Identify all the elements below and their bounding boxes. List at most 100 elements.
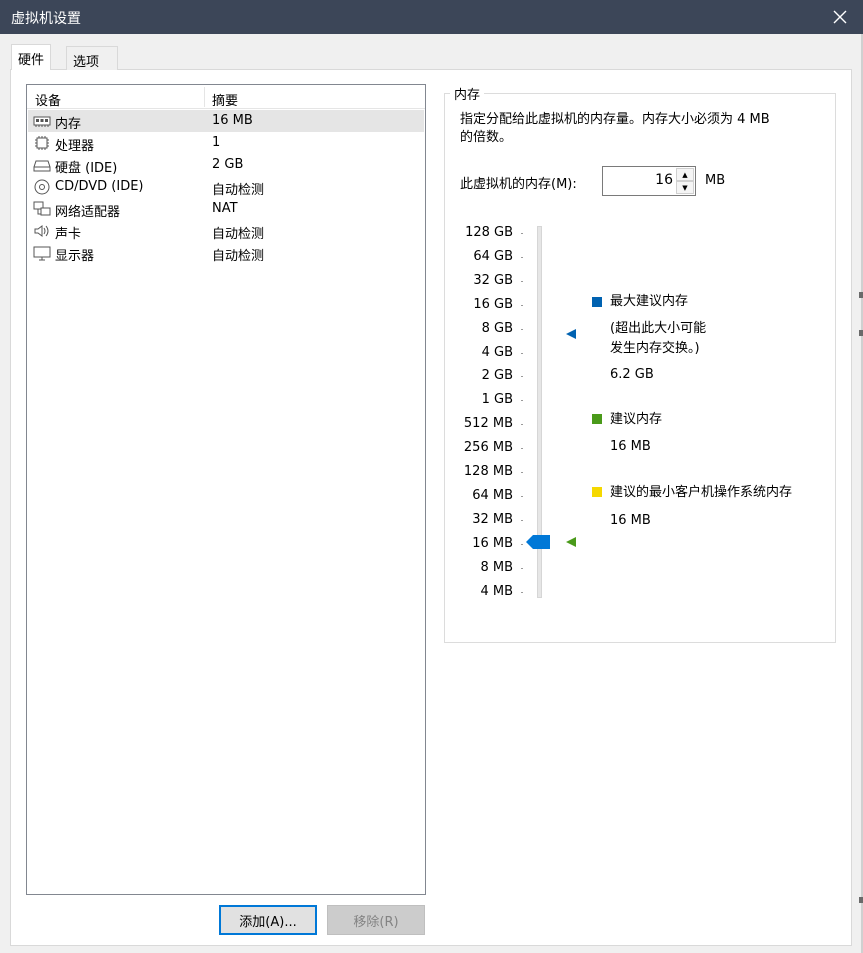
chevron-down-icon: ▼: [682, 183, 688, 192]
spin-up-button[interactable]: ▲: [676, 168, 694, 181]
scale-tick: [521, 472, 523, 473]
scale-label: 32 MB: [472, 512, 513, 527]
scale-label: 16 GB: [473, 297, 513, 312]
device-name: 处理器: [55, 139, 95, 154]
memory-input[interactable]: 16: [655, 172, 673, 188]
edge-mark: [859, 292, 863, 298]
device-name: 网络适配器: [55, 205, 121, 220]
scale-tick: [521, 448, 523, 449]
tab-hardware[interactable]: 硬件: [11, 44, 52, 70]
scale-tick: [521, 329, 523, 330]
device-summary: 2 GB: [212, 157, 244, 172]
scale-label: 4 GB: [481, 345, 513, 360]
device-summary: 1: [212, 135, 221, 150]
scale-tick: [521, 592, 523, 593]
edge-mark: [859, 330, 863, 336]
device-name: CD/DVD (IDE): [55, 179, 144, 194]
list-item-processor[interactable]: 处理器 1: [28, 132, 424, 154]
scale-tick: [521, 424, 523, 425]
column-header-summary[interactable]: 摘要: [212, 90, 238, 109]
scale-label: 512 MB: [463, 416, 513, 431]
memory-field-label: 此虚拟机的内存(M):: [460, 177, 577, 192]
memory-spinbox[interactable]: 16 ▲ ▼: [602, 166, 696, 196]
device-list[interactable]: 设备 摘要 内存 16 MB 处理器 1 硬盘 (IDE) 2 GB CD/DV…: [26, 84, 426, 895]
list-header: 设备 摘要: [27, 85, 425, 109]
processor-icon: [35, 136, 49, 150]
cd-icon: [34, 179, 50, 195]
close-button[interactable]: [817, 0, 863, 34]
memory-description: 指定分配给此虚拟机的内存量。内存大小必须为 4 MB 的倍数。: [460, 111, 830, 147]
harddisk-icon: [33, 160, 51, 172]
scale-label: 2 GB: [481, 368, 513, 383]
scale-label: 8 MB: [480, 560, 513, 575]
window-title: 虚拟机设置: [11, 11, 81, 27]
max-recommended-label: 最大建议内存: [610, 294, 689, 309]
remove-button[interactable]: 移除(R): [327, 905, 425, 935]
min-recommended-swatch: [592, 487, 602, 497]
device-summary: 自动检测: [212, 227, 265, 242]
memory-unit: MB: [705, 173, 726, 188]
memory-group-title: 内存: [450, 84, 485, 103]
device-name: 显示器: [55, 249, 95, 264]
list-item-memory[interactable]: 内存 16 MB: [28, 110, 424, 132]
edge-mark: [859, 897, 863, 903]
add-button[interactable]: 添加(A)...: [219, 905, 317, 935]
chevron-up-icon: ▲: [682, 170, 688, 179]
scale-label: 4 MB: [480, 584, 513, 599]
scale-label: 64 MB: [472, 488, 513, 503]
scale-tick: [521, 520, 523, 521]
scale-label: 128 MB: [463, 464, 513, 479]
scale-label: 1 GB: [481, 392, 513, 407]
memory-slider-thumb[interactable]: [526, 534, 552, 550]
max-recommended-swatch: [592, 297, 602, 307]
recommended-swatch: [592, 414, 602, 424]
min-recommended-label: 建议的最小客户机操作系统内存: [610, 485, 793, 500]
column-separator[interactable]: [204, 87, 205, 107]
device-summary: 自动检测: [212, 249, 265, 264]
device-summary: 自动检测: [212, 183, 265, 198]
recommended-value: 16 MB: [610, 439, 651, 454]
min-recommended-value: 16 MB: [610, 513, 651, 528]
memory-icon: [33, 116, 51, 127]
list-item-sound-card[interactable]: 声卡 自动检测: [28, 220, 424, 242]
scale-label: 256 MB: [463, 440, 513, 455]
column-header-device[interactable]: 设备: [35, 90, 61, 109]
device-name: 内存: [55, 117, 82, 132]
max-recommended-note: (超出此大小可能: [610, 321, 707, 336]
recommended-label: 建议内存: [610, 412, 663, 427]
tab-options[interactable]: 选项: [66, 46, 118, 70]
scale-tick: [521, 257, 523, 258]
scale-tick: [521, 281, 523, 282]
scale-tick: [521, 353, 523, 354]
spin-down-button[interactable]: ▼: [676, 181, 694, 194]
list-item-display[interactable]: 显示器 自动检测: [28, 242, 424, 264]
network-icon: [33, 201, 51, 216]
max-recommended-marker-icon: [566, 329, 576, 339]
monitor-icon: [33, 246, 51, 261]
scale-tick: [521, 376, 523, 377]
description-line: 的倍数。: [460, 130, 513, 145]
scale-label: 8 GB: [481, 321, 513, 336]
description-line: 指定分配给此虚拟机的内存量。内存大小必须为 4 MB: [460, 112, 770, 127]
scale-tick: [521, 568, 523, 569]
list-item-harddisk[interactable]: 硬盘 (IDE) 2 GB: [28, 154, 424, 176]
scale-label: 128 GB: [465, 225, 513, 240]
list-item-cd-dvd[interactable]: CD/DVD (IDE) 自动检测: [28, 176, 424, 198]
scale-tick: [521, 496, 523, 497]
scale-label: 64 GB: [473, 249, 513, 264]
device-name: 声卡: [55, 227, 82, 242]
device-summary: NAT: [212, 201, 238, 216]
close-icon: [833, 10, 847, 24]
device-name: 硬盘 (IDE): [55, 161, 118, 176]
recommended-marker-icon: [566, 537, 576, 547]
title-bar: 虚拟机设置: [0, 0, 863, 34]
scale-label: 32 GB: [473, 273, 513, 288]
scale-label: 16 MB: [472, 536, 513, 551]
scale-tick: [521, 305, 523, 306]
device-summary: 16 MB: [212, 113, 253, 128]
max-recommended-note: 发生内存交换。): [610, 341, 700, 356]
scale-tick: [521, 400, 523, 401]
scale-tick: [521, 233, 523, 234]
list-item-network-adapter[interactable]: 网络适配器 NAT: [28, 198, 424, 220]
speaker-icon: [34, 225, 49, 237]
